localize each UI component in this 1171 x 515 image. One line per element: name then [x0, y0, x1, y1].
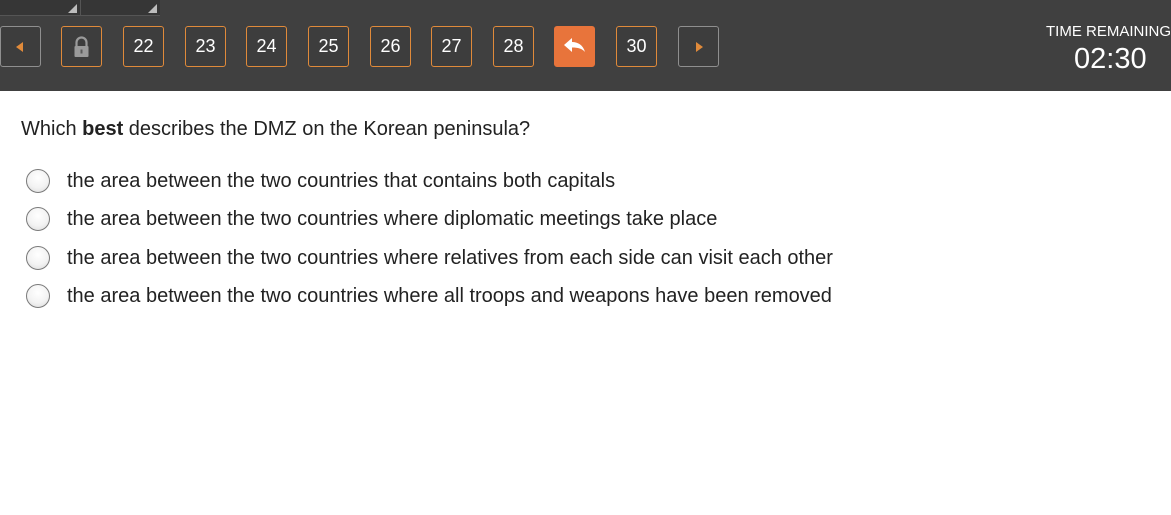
answer-option-label: the area between the two countries where…	[67, 285, 832, 307]
question-emphasis: best	[82, 118, 124, 140]
top-tool-strip	[0, 0, 160, 16]
dropdown-corner-icon[interactable]	[68, 4, 77, 13]
question-25-button[interactable]: 25	[308, 26, 349, 67]
timer-label: TIME REMAINING	[1046, 23, 1171, 40]
current-question-button[interactable]	[554, 26, 595, 67]
chevron-right-icon	[696, 42, 703, 52]
radio-button[interactable]	[26, 246, 50, 270]
locked-question-button[interactable]	[61, 26, 102, 67]
question-suffix: describes the DMZ on the Korean peninsul…	[123, 118, 531, 140]
dropdown-corner-icon[interactable]	[148, 4, 157, 13]
chevron-left-icon	[16, 42, 23, 52]
next-button[interactable]	[678, 26, 719, 67]
answer-option-label: the area between the two countries that …	[67, 170, 616, 192]
question-24-button[interactable]: 24	[246, 26, 287, 67]
radio-button[interactable]	[26, 207, 50, 231]
divider	[80, 0, 81, 16]
return-arrow-icon	[564, 38, 585, 52]
radio-button[interactable]	[26, 284, 50, 308]
question-30-button[interactable]: 30	[616, 26, 657, 67]
question-23-button[interactable]: 23	[185, 26, 226, 67]
answer-option-2[interactable]: the area between the two countries where…	[26, 206, 946, 232]
previous-button[interactable]	[0, 26, 41, 67]
answer-option-3[interactable]: the area between the two countries where…	[26, 245, 946, 271]
timer-value: 02:30	[1074, 43, 1147, 75]
question-22-button[interactable]: 22	[123, 26, 164, 67]
top-navigation-bar: 22 23 24 25 26 27 28 30 TIME REMAINING 0…	[0, 0, 1171, 91]
question-27-button[interactable]: 27	[431, 26, 472, 67]
question-prefix: Which	[21, 118, 83, 140]
question-text: Which best describes the DMZ on the Kore…	[21, 118, 530, 141]
answer-option-1[interactable]: the area between the two countries that …	[26, 168, 946, 194]
answer-option-label: the area between the two countries where…	[67, 247, 833, 269]
radio-button[interactable]	[26, 169, 50, 193]
answer-option-4[interactable]: the area between the two countries where…	[26, 283, 946, 309]
answer-option-label: the area between the two countries where…	[67, 208, 718, 230]
question-28-button[interactable]: 28	[493, 26, 534, 67]
question-26-button[interactable]: 26	[370, 26, 411, 67]
lock-icon	[74, 36, 89, 57]
